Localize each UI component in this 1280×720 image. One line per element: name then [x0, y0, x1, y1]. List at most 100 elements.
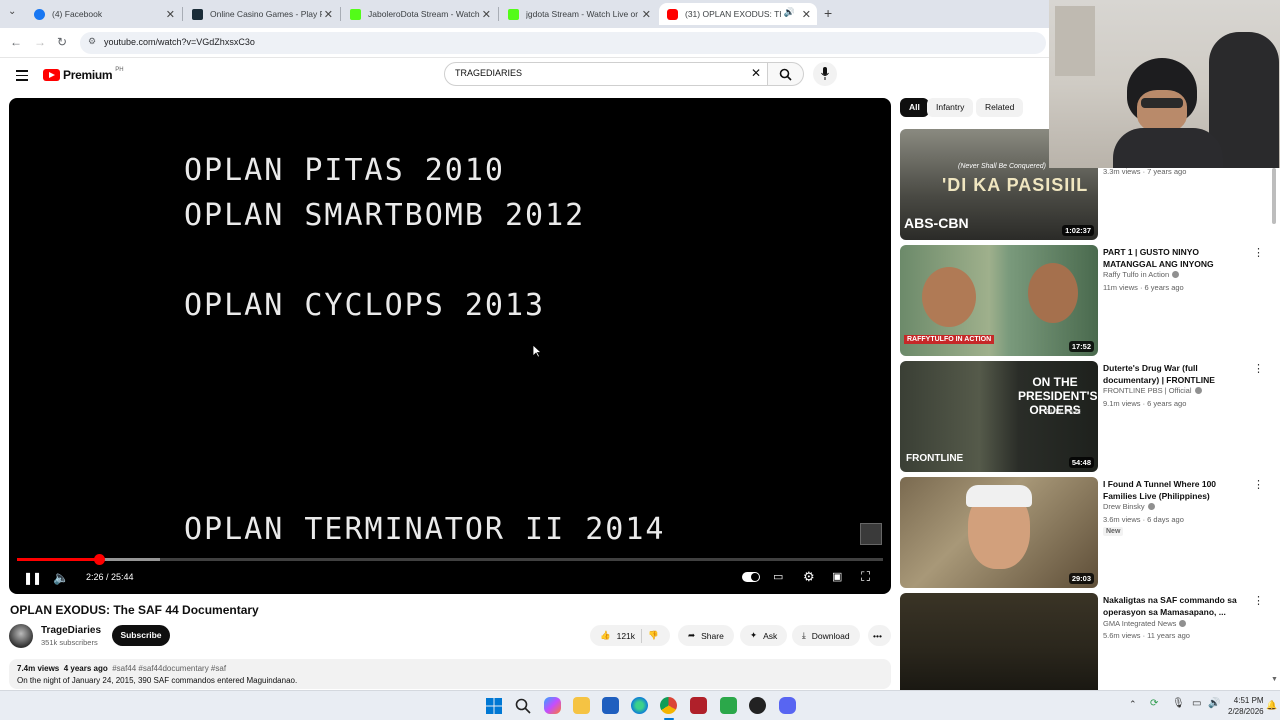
steam-icon[interactable]	[749, 697, 766, 714]
filezilla-icon[interactable]	[690, 697, 707, 714]
related-title[interactable]: PART 1 | GUSTO NINYO MATANGGAL ANG INYON…	[1103, 246, 1246, 270]
windows-start-icon[interactable]	[486, 698, 502, 714]
related-channel[interactable]: GMA Integrated News	[1103, 619, 1187, 628]
tray-display-icon[interactable]: ▭	[1192, 698, 1201, 709]
voice-search-button[interactable]	[813, 62, 837, 86]
close-tab-icon[interactable]: ✕	[324, 8, 333, 21]
captions-icon[interactable]: ▭	[773, 570, 783, 583]
more-vertical-icon[interactable]: ⋮	[1253, 246, 1264, 259]
download-button[interactable]: ⤓ Download	[792, 625, 860, 646]
browser-tab-active[interactable]: (31) OPLAN EXODUS: The S 🔊 ✕	[659, 3, 817, 25]
chip-infantry[interactable]: Infantry	[927, 98, 974, 117]
tray-volume-icon[interactable]: 🔊	[1208, 698, 1220, 709]
speaker-icon[interactable]: 🔊	[784, 7, 795, 18]
notepad-icon[interactable]	[720, 697, 737, 714]
page-scrollbar[interactable]: ▼	[1270, 98, 1278, 688]
close-tab-icon[interactable]: ✕	[482, 8, 491, 21]
new-tab-button[interactable]: +	[824, 5, 832, 21]
close-tab-icon[interactable]: ✕	[802, 8, 811, 21]
mouse-cursor-icon	[532, 344, 542, 358]
person-glasses	[1141, 98, 1183, 108]
related-title[interactable]: Duterte's Drug War (full documentary) | …	[1103, 362, 1246, 386]
tray-mic-icon[interactable]: 🎙	[1172, 698, 1185, 709]
search-button[interactable]	[768, 62, 804, 86]
channel-name[interactable]: TrageDiaries	[41, 625, 101, 636]
autoplay-toggle[interactable]	[742, 572, 760, 582]
address-bar[interactable]: ⚙ youtube.com/watch?v=VGdZhxsxC3o	[80, 32, 1046, 54]
region-code: PH	[115, 67, 124, 73]
related-thumbnail[interactable]: ON THE PRESIDENT'S ORDERS FULL FILM FRON…	[900, 361, 1098, 472]
file-explorer-icon[interactable]	[573, 697, 590, 714]
time-display: 2:26 / 25:44	[86, 572, 134, 582]
tab-search-chevron-icon[interactable]: ⌄	[8, 6, 16, 17]
thumbs-up-icon[interactable]: 👍	[600, 630, 611, 641]
close-tab-icon[interactable]: ✕	[642, 8, 651, 21]
upload-age: 4 years ago	[63, 664, 108, 673]
related-channel[interactable]: FRONTLINE PBS | Official	[1103, 386, 1202, 395]
browser-tab[interactable]: (4) Facebook ✕	[26, 3, 181, 25]
video-player[interactable]: OPLAN PITAS 2010 OPLAN SMARTBOMB 2012 OP…	[9, 98, 891, 594]
hashtags[interactable]: #saf44 #saf44documentary #saf	[112, 664, 226, 673]
description-text: On the night of January 24, 2015, 390 SA…	[17, 676, 298, 685]
description-box[interactable]: 7.4m views 4 years ago #saf44 #saf44docu…	[9, 659, 891, 689]
tab-divider	[182, 7, 183, 21]
related-title[interactable]: Nakaligtas na SAF commando sa operasyon …	[1103, 594, 1246, 618]
chrome-icon[interactable]	[660, 697, 677, 714]
progress-bar[interactable]	[17, 554, 883, 565]
edge-icon[interactable]	[631, 697, 648, 714]
miniplayer-icon[interactable]: ▣	[832, 570, 842, 583]
chip-all[interactable]: All	[900, 98, 929, 117]
tab-divider	[498, 7, 499, 21]
tray-chevron-up-icon[interactable]: ⌃	[1129, 699, 1137, 710]
subscribe-button[interactable]: Subscribe	[112, 625, 170, 646]
video-frame-text: OPLAN CYCLOPS 2013	[184, 288, 546, 323]
browser-tab[interactable]: Online Casino Games - Play Fre ✕	[184, 3, 339, 25]
more-vertical-icon[interactable]: ⋮	[1253, 362, 1264, 375]
discord-icon[interactable]	[779, 697, 796, 714]
site-info-icon[interactable]: ⚙	[88, 36, 96, 47]
more-vertical-icon[interactable]: ⋮	[1253, 478, 1264, 491]
person-face	[1137, 90, 1187, 132]
notification-bell-icon[interactable]: 🔔	[1266, 700, 1277, 711]
channel-watermark[interactable]	[860, 523, 882, 545]
chip-related[interactable]: Related	[976, 98, 1024, 117]
related-channel[interactable]: Drew Binsky	[1103, 502, 1155, 511]
forward-arrow-icon[interactable]: →	[34, 35, 46, 49]
more-actions-button[interactable]: •••	[868, 625, 891, 646]
more-vertical-icon[interactable]: ⋮	[1253, 594, 1264, 607]
tab-title: (31) OPLAN EXODUS: The S	[685, 9, 781, 19]
volume-icon[interactable]: 🔈	[53, 570, 69, 586]
ask-button[interactable]: ✦ Ask	[740, 625, 788, 646]
store-icon[interactable]	[602, 697, 619, 714]
reload-icon[interactable]: ↻	[57, 35, 67, 49]
progress-scrubber[interactable]	[94, 554, 106, 565]
thumbs-down-icon[interactable]: 👎	[648, 630, 659, 641]
verified-icon	[1172, 271, 1180, 278]
related-channel[interactable]: Raffy Tulfo in Action	[1103, 270, 1180, 279]
scroll-down-arrow-icon[interactable]: ▼	[1271, 676, 1278, 683]
related-title[interactable]: I Found A Tunnel Where 100 Families Live…	[1103, 478, 1246, 502]
hamburger-menu-icon[interactable]	[16, 70, 28, 84]
copilot-icon[interactable]	[544, 697, 561, 714]
browser-tab[interactable]: JaboleroDota Stream - Watch L ✕	[342, 3, 497, 25]
settings-gear-icon[interactable]: ⚙	[803, 569, 815, 585]
back-arrow-icon[interactable]: ←	[10, 35, 22, 49]
like-count[interactable]: 121k	[617, 631, 635, 641]
close-tab-icon[interactable]: ✕	[166, 8, 175, 21]
share-button[interactable]: ➦ Share	[678, 625, 734, 646]
fullscreen-icon[interactable]: ⛶	[861, 569, 870, 585]
taskbar-search-icon[interactable]	[515, 698, 531, 714]
youtube-logo[interactable]: Premium PH	[43, 67, 124, 82]
related-thumbnail[interactable]: 29:03	[900, 477, 1098, 588]
tray-app-icon[interactable]: ⟳	[1150, 698, 1158, 709]
system-clock[interactable]: 4:51 PM 2/28/2026	[1228, 695, 1264, 717]
search-input[interactable]: TRAGEDIARIES ✕	[444, 62, 768, 86]
channel-avatar[interactable]	[9, 624, 33, 648]
related-thumbnail[interactable]	[900, 593, 1098, 690]
pause-icon[interactable]: ❚❚	[23, 571, 42, 585]
browser-tab[interactable]: jgdota Stream - Watch Live on ✕	[500, 3, 657, 25]
related-thumbnail[interactable]: RAFFYTULFO IN ACTION 17:52	[900, 245, 1098, 356]
scrollbar-thumb[interactable]	[1272, 168, 1276, 224]
search-input-value: TRAGEDIARIES	[455, 68, 523, 78]
clear-search-icon[interactable]: ✕	[751, 66, 761, 80]
